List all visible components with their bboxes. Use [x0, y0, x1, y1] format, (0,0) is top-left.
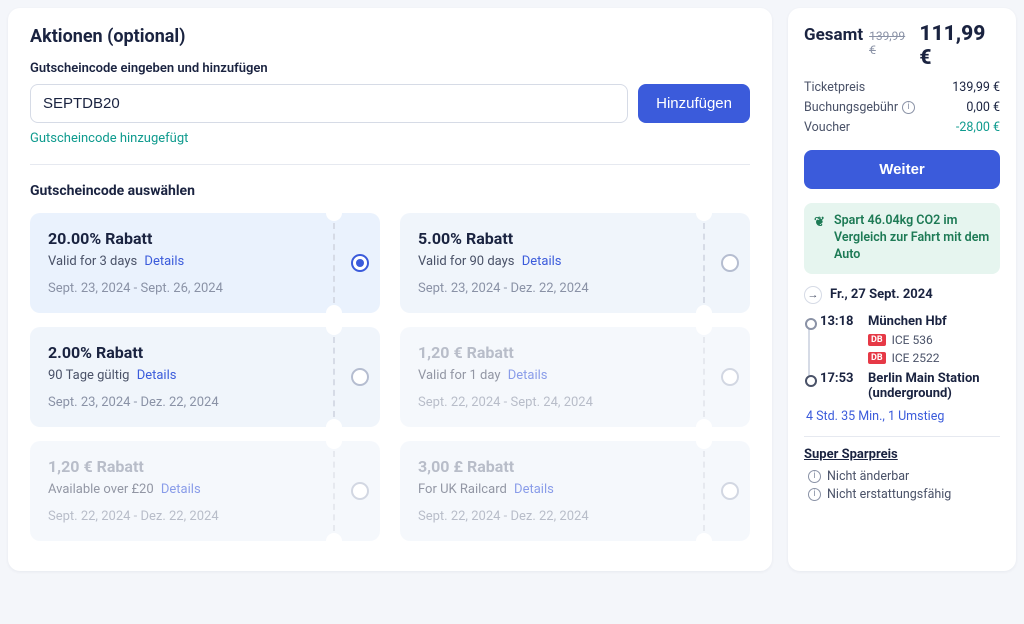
voucher-details-link[interactable]: Details — [514, 482, 554, 497]
continue-button[interactable]: Weiter — [804, 150, 1000, 189]
info-icon[interactable]: i — [902, 101, 915, 114]
voucher-input-label: Gutscheincode eingeben und hinzufügen — [30, 61, 750, 76]
trip-timeline: 13:18 München Hbf DB ICE 536 DB ICE 2522 1… — [804, 314, 1000, 401]
voucher-radio[interactable] — [721, 368, 739, 386]
voucher-title: 1,20 € Rabatt — [48, 457, 332, 476]
voucher-subtitle: Available over £20 Details — [48, 482, 332, 497]
select-voucher-heading: Gutscheincode auswählen — [30, 183, 750, 199]
actions-heading: Aktionen (optional) — [30, 26, 750, 47]
voucher-card[interactable]: 20.00% Rabatt Valid for 3 days Details Sep… — [30, 213, 380, 313]
total-old-price: 139,99 € — [869, 29, 913, 57]
voucher-dates: Sept. 23, 2024 - Sept. 26, 2024 — [48, 281, 332, 296]
train-1: ICE 536 — [892, 333, 933, 347]
info-icon: i — [808, 488, 821, 501]
voucher-dates: Sept. 23, 2024 - Dez. 22, 2024 — [418, 281, 702, 296]
info-icon: i — [808, 470, 821, 483]
voucher-subtitle: Valid for 90 days Details — [418, 254, 702, 269]
voucher-radio[interactable] — [721, 482, 739, 500]
voucher-subtitle: For UK Railcard Details — [418, 482, 702, 497]
voucher-details-link[interactable]: Details — [522, 254, 562, 269]
voucher-title: 3,00 £ Rabatt — [418, 457, 702, 476]
voucher-subtitle: Valid for 1 day Details — [418, 368, 702, 383]
voucher-discount-label: Voucher — [804, 120, 850, 135]
voucher-details-link[interactable]: Details — [137, 368, 177, 383]
eco-savings-box: ❦ Spart 46.04kg CO2 im Vergleich zur Fah… — [804, 203, 1000, 274]
voucher-discount-value: -28,00 € — [956, 120, 1000, 135]
db-badge-icon: DB — [868, 352, 886, 364]
direction-icon: → — [804, 286, 822, 304]
voucher-dates: Sept. 23, 2024 - Dez. 22, 2024 — [48, 395, 332, 410]
add-voucher-button[interactable]: Hinzufügen — [638, 84, 750, 123]
voucher-dates: Sept. 22, 2024 - Dez. 22, 2024 — [418, 509, 702, 524]
db-badge-icon: DB — [868, 334, 886, 346]
summary-panel: Gesamt 139,99 € 111,99 € Ticketpreis 139… — [788, 8, 1016, 571]
total-new-price: 111,99 € — [919, 22, 1000, 70]
fare-name[interactable]: Super Sparpreis — [804, 447, 1000, 462]
divider — [30, 164, 750, 165]
voucher-added-message: Gutscheincode hinzugefügt — [30, 131, 750, 146]
voucher-title: 2.00% Rabatt — [48, 343, 332, 362]
trip-duration-link[interactable]: 4 Std. 35 Min., 1 Umstieg — [806, 409, 1000, 424]
voucher-details-link[interactable]: Details — [161, 482, 201, 497]
voucher-details-link[interactable]: Details — [508, 368, 548, 383]
voucher-dates: Sept. 22, 2024 - Dez. 22, 2024 — [48, 509, 332, 524]
voucher-radio[interactable] — [351, 482, 369, 500]
arrival-time: 17:53 — [820, 371, 858, 401]
voucher-radio[interactable] — [351, 254, 369, 272]
divider — [804, 436, 1000, 437]
voucher-title: 20.00% Rabatt — [48, 229, 332, 248]
voucher-code-input[interactable] — [30, 84, 628, 123]
leaf-icon: ❦ — [814, 214, 825, 232]
fare-rule-1: Nicht änderbar — [827, 469, 909, 484]
ticket-price-label: Ticketpreis — [804, 80, 865, 95]
voucher-radio[interactable] — [351, 368, 369, 386]
voucher-card[interactable]: 3,00 £ Rabatt For UK Railcard Details Sept… — [400, 441, 750, 541]
departure-station: München Hbf — [868, 314, 947, 329]
voucher-dates: Sept. 22, 2024 - Sept. 24, 2024 — [418, 395, 702, 410]
departure-time: 13:18 — [820, 314, 858, 329]
voucher-card[interactable]: 2.00% Rabatt 90 Tage gültig Details Sept. … — [30, 327, 380, 427]
voucher-radio[interactable] — [721, 254, 739, 272]
voucher-subtitle: Valid for 3 days Details — [48, 254, 332, 269]
actions-panel: Aktionen (optional) Gutscheincode eingeb… — [8, 8, 772, 571]
voucher-card[interactable]: 1,20 € Rabatt Available over £20 Details S… — [30, 441, 380, 541]
voucher-subtitle: 90 Tage gültig Details — [48, 368, 332, 383]
total-label: Gesamt — [804, 25, 863, 45]
voucher-title: 5.00% Rabatt — [418, 229, 702, 248]
train-2: ICE 2522 — [892, 351, 940, 365]
booking-fee-value: 0,00 € — [966, 100, 1000, 115]
voucher-details-link[interactable]: Details — [144, 254, 184, 269]
ticket-price-value: 139,99 € — [952, 80, 1000, 95]
voucher-card[interactable]: 1,20 € Rabatt Valid for 1 day Details Sept… — [400, 327, 750, 427]
arrival-station: Berlin Main Station (underground) — [868, 371, 1000, 401]
booking-fee-label: Buchungsgebühri — [804, 100, 915, 115]
voucher-title: 1,20 € Rabatt — [418, 343, 702, 362]
trip-date: Fr., 27 Sept. 2024 — [830, 287, 933, 302]
voucher-card[interactable]: 5.00% Rabatt Valid for 90 days Details Sep… — [400, 213, 750, 313]
fare-rule-2: Nicht erstattungsfähig — [827, 487, 951, 502]
